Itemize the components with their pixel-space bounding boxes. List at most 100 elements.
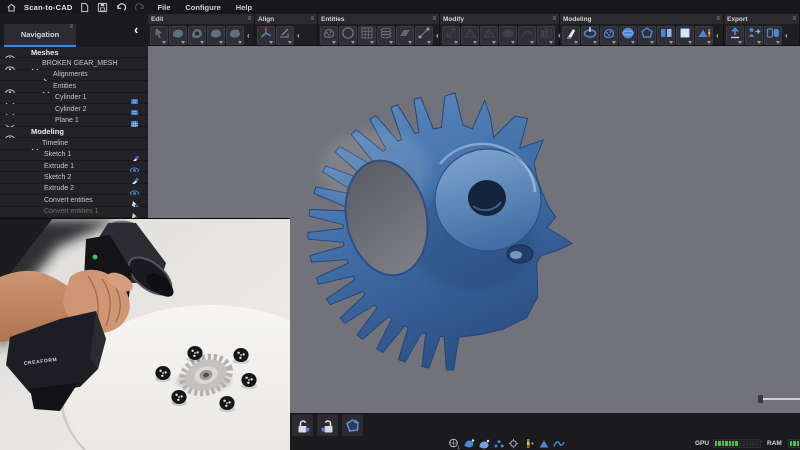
unlock-b-button[interactable] — [317, 415, 338, 436]
cylinder-entity-button[interactable] — [377, 26, 395, 45]
new-document-icon[interactable] — [79, 2, 90, 13]
defeature-button[interactable] — [207, 26, 225, 45]
mesh-points-icon[interactable] — [493, 438, 505, 449]
dropdown-caret-icon[interactable] — [776, 41, 780, 44]
dropdown-caret-icon[interactable] — [408, 41, 412, 44]
dropdown-caret-icon[interactable] — [351, 41, 355, 44]
dropdown-caret-icon[interactable] — [631, 41, 635, 44]
curve-button[interactable] — [518, 26, 536, 45]
dropdown-caret-icon[interactable] — [238, 41, 242, 44]
dropdown-caret-icon[interactable] — [612, 41, 616, 44]
tree-row-broken-gear-mesh[interactable]: BROKEN GEAR_MESH — [0, 58, 148, 69]
section-menu-icon[interactable]: ≡ — [792, 16, 796, 22]
tab-navigation[interactable]: Navigation ≡ — [4, 24, 76, 45]
tab-menu-icon[interactable]: ≡ — [69, 24, 73, 30]
sculpt-button[interactable] — [226, 26, 244, 45]
deviation-colorbar-icon[interactable] — [523, 438, 535, 449]
redo-icon[interactable] — [134, 2, 146, 13]
dropdown-caret-icon[interactable] — [492, 41, 496, 44]
section-collapse-icon[interactable]: ‹ — [785, 31, 788, 40]
tree-row-extrude-2[interactable]: Extrude 2 — [0, 184, 148, 195]
tree-row-convert-entities-1[interactable]: Convert entities 1 — [0, 207, 148, 218]
sphere-button[interactable] — [619, 26, 637, 45]
tree-row-sketch-2[interactable]: Sketch 2 — [0, 172, 148, 183]
dropdown-caret-icon[interactable] — [574, 41, 578, 44]
unlock-a-button[interactable] — [292, 415, 313, 436]
dropdown-caret-icon[interactable] — [511, 41, 515, 44]
plane-entity-button[interactable] — [396, 26, 414, 45]
spray-points-button[interactable] — [600, 26, 618, 45]
section-collapse-icon[interactable]: ‹ — [716, 31, 719, 40]
sphere-axis-icon[interactable]: 1 — [448, 438, 460, 449]
spline-icon[interactable] — [553, 438, 565, 449]
line-entity-button[interactable] — [415, 26, 433, 45]
home-icon[interactable] — [6, 2, 17, 13]
menu-configure[interactable]: Configure — [181, 3, 224, 12]
tree-row-plane-1[interactable]: Plane 1 — [0, 115, 148, 126]
smooth-button[interactable] — [499, 26, 517, 45]
split-button[interactable] — [657, 26, 675, 45]
dropdown-caret-icon[interactable] — [454, 41, 458, 44]
menu-file[interactable]: File — [153, 3, 174, 12]
compare-button[interactable] — [695, 26, 713, 45]
collapse-panel-icon[interactable]: ‹ — [134, 22, 138, 37]
select-button[interactable] — [150, 26, 168, 45]
dropdown-caret-icon[interactable] — [707, 41, 711, 44]
dropdown-caret-icon[interactable] — [757, 41, 761, 44]
menu-help[interactable]: Help — [232, 3, 256, 12]
contour-button[interactable] — [638, 26, 656, 45]
surface-fit-icon[interactable] — [463, 438, 475, 449]
dropdown-caret-icon[interactable] — [650, 41, 654, 44]
dropdown-caret-icon[interactable] — [549, 41, 553, 44]
dropdown-caret-icon[interactable] — [688, 41, 692, 44]
tree-row-entities[interactable]: Entities — [0, 81, 148, 92]
dropdown-caret-icon[interactable] — [200, 41, 204, 44]
tree-row-timeline[interactable]: Timeline — [0, 138, 148, 149]
dropdown-caret-icon[interactable] — [162, 41, 166, 44]
save-icon[interactable] — [97, 2, 108, 13]
tree-row-alignments[interactable]: Alignments — [0, 70, 148, 81]
revolve-button[interactable] — [581, 26, 599, 45]
triangle-b-button[interactable] — [480, 26, 498, 45]
section-menu-icon[interactable]: ≡ — [310, 16, 314, 22]
transfer-button[interactable] — [745, 26, 763, 45]
section-menu-icon[interactable]: ≡ — [552, 16, 556, 22]
section-collapse-icon[interactable]: ‹ — [297, 31, 300, 40]
plane-align-button[interactable] — [276, 26, 294, 45]
dropdown-caret-icon[interactable] — [473, 41, 477, 44]
dropdown-caret-icon[interactable] — [181, 41, 185, 44]
grid-entity-button[interactable] — [358, 26, 376, 45]
mirror-button[interactable] — [537, 26, 555, 45]
tree-row-extrude-1[interactable]: Extrude 1 — [0, 161, 148, 172]
dropdown-caret-icon[interactable] — [389, 41, 393, 44]
tree-row-cylinder-2[interactable]: Cylinder 2 — [0, 104, 148, 115]
dropdown-caret-icon[interactable] — [669, 41, 673, 44]
section-menu-icon[interactable]: ≡ — [716, 16, 720, 22]
tree-row-convert-entities[interactable]: Convert entities — [0, 195, 148, 206]
triangle-a-button[interactable] — [461, 26, 479, 45]
tree-row-cylinder-1[interactable]: Cylinder 1 — [0, 93, 148, 104]
dropdown-caret-icon[interactable] — [288, 41, 292, 44]
tree-row-modeling[interactable]: Modeling — [0, 127, 148, 138]
dropdown-caret-icon[interactable] — [530, 41, 534, 44]
dropdown-caret-icon[interactable] — [269, 41, 273, 44]
solid-wedge-icon[interactable] — [538, 438, 550, 449]
dropdown-caret-icon[interactable] — [593, 41, 597, 44]
dropdown-caret-icon[interactable] — [332, 41, 336, 44]
fill-holes-button[interactable] — [188, 26, 206, 45]
surface-offset-icon[interactable] — [478, 438, 490, 449]
sketch-tool-button[interactable] — [562, 26, 580, 45]
dropdown-caret-icon[interactable] — [738, 41, 742, 44]
export-up-button[interactable] — [726, 26, 744, 45]
tree-row-sketch-1[interactable]: Sketch 1 — [0, 150, 148, 161]
section-collapse-icon[interactable]: ‹ — [436, 31, 439, 40]
capture-shape-button[interactable] — [342, 415, 363, 436]
section-menu-icon[interactable]: ≡ — [432, 16, 436, 22]
axes-align-button[interactable] — [257, 26, 275, 45]
section-collapse-icon[interactable]: ‹ — [247, 31, 250, 40]
section-menu-icon[interactable]: ≡ — [247, 16, 251, 22]
point-entity-button[interactable] — [320, 26, 338, 45]
dropdown-caret-icon[interactable] — [370, 41, 374, 44]
dropdown-caret-icon[interactable] — [219, 41, 223, 44]
plane-tool-button[interactable] — [676, 26, 694, 45]
